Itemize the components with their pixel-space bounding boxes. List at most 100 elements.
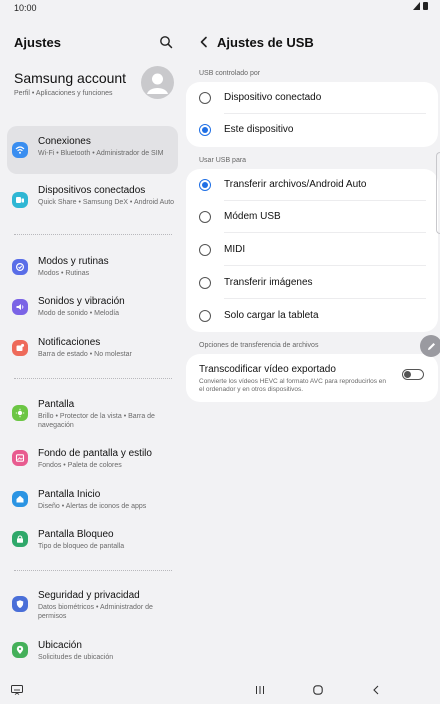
shield-icon: [12, 596, 28, 612]
menu-item-sonidos-vibracion[interactable]: Sonidos y vibración Modo de sonido • Mel…: [7, 290, 178, 324]
menu-item-pantalla-bloqueo[interactable]: Pantalla Bloqueo Tipo de bloqueo de pant…: [7, 523, 178, 557]
usb-usage-card: Transferir archivos/Android Auto Módem U…: [186, 169, 438, 332]
devices-icon: [12, 192, 28, 208]
back-arrow-icon[interactable]: [198, 36, 210, 48]
menu-item-subtitle: Modos • Rutinas: [38, 270, 90, 277]
keyboard-icon[interactable]: [10, 684, 24, 696]
menu-item-subtitle: Datos biométricos • Administrador de per…: [38, 604, 153, 620]
section-label-transfer-options: Opciones de transferencia de archivos: [199, 342, 319, 349]
wifi-icon: [12, 142, 28, 158]
menu-item-title: Pantalla Bloqueo: [38, 529, 114, 540]
menu-item-subtitle: Barra de estado • No molestar: [38, 351, 132, 358]
radio-button[interactable]: [199, 244, 211, 256]
menu-item-notificaciones[interactable]: Notificaciones Barra de estado • No mole…: [7, 331, 178, 365]
separator: [224, 265, 426, 266]
page-title: Ajustes de USB: [217, 35, 314, 50]
radio-button[interactable]: [199, 92, 211, 104]
wallpaper-icon: [12, 450, 28, 466]
radio-button-selected[interactable]: [199, 179, 211, 191]
radio-button[interactable]: [199, 277, 211, 289]
option-transferir-archivos[interactable]: Transferir archivos/Android Auto: [186, 169, 438, 201]
menu-item-title: Fondo de pantalla y estilo: [38, 448, 152, 459]
option-label: Solo cargar la tableta: [224, 310, 319, 321]
divider: [14, 234, 172, 235]
scroll-handle[interactable]: [436, 152, 440, 234]
battery-icon: [423, 2, 428, 10]
modes-icon: [12, 259, 28, 275]
option-label: MIDI: [224, 244, 246, 255]
menu-item-fondo-pantalla[interactable]: Fondo de pantalla y estilo Fondos • Pale…: [7, 442, 178, 476]
menu-item-conexiones[interactable]: Conexiones Wi-Fi • Bluetooth • Administr…: [7, 126, 178, 174]
status-icons: [413, 2, 428, 10]
transcode-toggle[interactable]: [402, 369, 424, 380]
settings-list-pane: Ajustes Samsung account Perfil • Aplicac…: [0, 16, 186, 674]
menu-item-title: Pantalla Inicio: [38, 489, 101, 500]
search-icon[interactable]: [159, 35, 173, 49]
lock-icon: [12, 531, 28, 547]
option-este-dispositivo[interactable]: Este dispositivo: [186, 114, 438, 146]
menu-item-subtitle: Wi-Fi • Bluetooth • Administrador de SIM: [38, 150, 164, 157]
section-label-controlled: USB controlado por: [199, 70, 261, 77]
menu-item-title: Notificaciones: [38, 337, 101, 348]
usb-settings-pane: Ajustes de USB USB controlado por Dispos…: [186, 16, 440, 674]
pencil-icon: [427, 342, 435, 350]
option-modem-usb[interactable]: Módem USB: [186, 201, 438, 233]
menu-item-subtitle: Solicitudes de ubicación: [38, 654, 114, 661]
menu-item-pantalla[interactable]: Pantalla Brillo • Protector de la vista …: [7, 393, 178, 437]
section-label-usage: Usar USB para: [199, 157, 247, 164]
radio-button-selected[interactable]: [199, 124, 211, 136]
divider: [14, 570, 172, 571]
option-dispositivo-conectado[interactable]: Dispositivo conectado: [186, 82, 438, 114]
menu-item-subtitle: Tipo de bloqueo de pantalla: [38, 543, 125, 550]
back-button-icon[interactable]: [369, 684, 383, 696]
menu-item-title: Conexiones: [38, 136, 91, 147]
status-bar: 10:00: [0, 0, 440, 16]
option-label: Módem USB: [224, 211, 281, 222]
menu-item-seguridad-privacidad[interactable]: Seguridad y privacidad Datos biométricos…: [7, 584, 178, 628]
divider: [14, 378, 172, 379]
account-name: Samsung account: [14, 70, 127, 86]
recent-apps-icon[interactable]: [253, 684, 267, 696]
menu-item-title: Dispositivos conectados: [38, 185, 146, 196]
option-transferir-imagenes[interactable]: Transferir imágenes: [186, 267, 438, 299]
transcode-title: Transcodificar vídeo exportado: [199, 364, 336, 375]
option-label: Dispositivo conectado: [224, 92, 322, 103]
option-solo-cargar[interactable]: Solo cargar la tableta: [186, 300, 438, 332]
separator: [224, 232, 426, 233]
menu-item-modos-rutinas[interactable]: Modos y rutinas Modos • Rutinas: [7, 250, 178, 284]
brightness-icon: [12, 405, 28, 421]
navigation-bar: [0, 674, 440, 704]
menu-item-title: Ubicación: [38, 640, 82, 651]
menu-item-subtitle: Quick Share • Samsung DeX • Android Auto: [38, 199, 175, 206]
status-time: 10:00: [14, 3, 37, 13]
option-midi[interactable]: MIDI: [186, 234, 438, 266]
sound-icon: [12, 299, 28, 315]
menu-item-subtitle: Modo de sonido • Melodía: [38, 310, 120, 317]
edit-button[interactable]: [420, 335, 440, 357]
option-label: Este dispositivo: [224, 124, 294, 135]
menu-item-pantalla-inicio[interactable]: Pantalla Inicio Diseño • Alertas de icon…: [7, 483, 178, 517]
transcode-description: Convierte los vídeos HEVC al formato AVC…: [199, 378, 387, 393]
separator: [224, 298, 426, 299]
signal-icon: [413, 2, 420, 10]
notification-icon: [12, 340, 28, 356]
menu-item-subtitle: Brillo • Protector de la vista • Barra d…: [38, 413, 155, 429]
transcode-card[interactable]: Transcodificar vídeo exportado Convierte…: [186, 354, 438, 402]
option-label: Transferir archivos/Android Auto: [224, 179, 367, 190]
menu-item-dispositivos-conectados[interactable]: Dispositivos conectados Quick Share • Sa…: [7, 178, 178, 222]
controlled-by-card: Dispositivo conectado Este dispositivo: [186, 82, 438, 147]
location-icon: [12, 642, 28, 658]
home-button-icon[interactable]: [311, 684, 325, 696]
menu-item-subtitle: Diseño • Alertas de iconos de apps: [38, 503, 147, 510]
radio-button[interactable]: [199, 211, 211, 223]
settings-title: Ajustes: [14, 35, 61, 50]
menu-item-title: Seguridad y privacidad: [38, 590, 140, 601]
account-subtitle: Perfil • Aplicaciones y funciones: [14, 90, 113, 97]
menu-item-ubicacion[interactable]: Ubicación Solicitudes de ubicación: [7, 634, 178, 668]
avatar[interactable]: [141, 66, 174, 99]
menu-item-title: Pantalla: [38, 399, 75, 410]
menu-item-title: Sonidos y vibración: [38, 296, 125, 307]
menu-item-title: Modos y rutinas: [38, 256, 109, 267]
menu-item-subtitle: Fondos • Paleta de colores: [38, 462, 122, 469]
radio-button[interactable]: [199, 310, 211, 322]
